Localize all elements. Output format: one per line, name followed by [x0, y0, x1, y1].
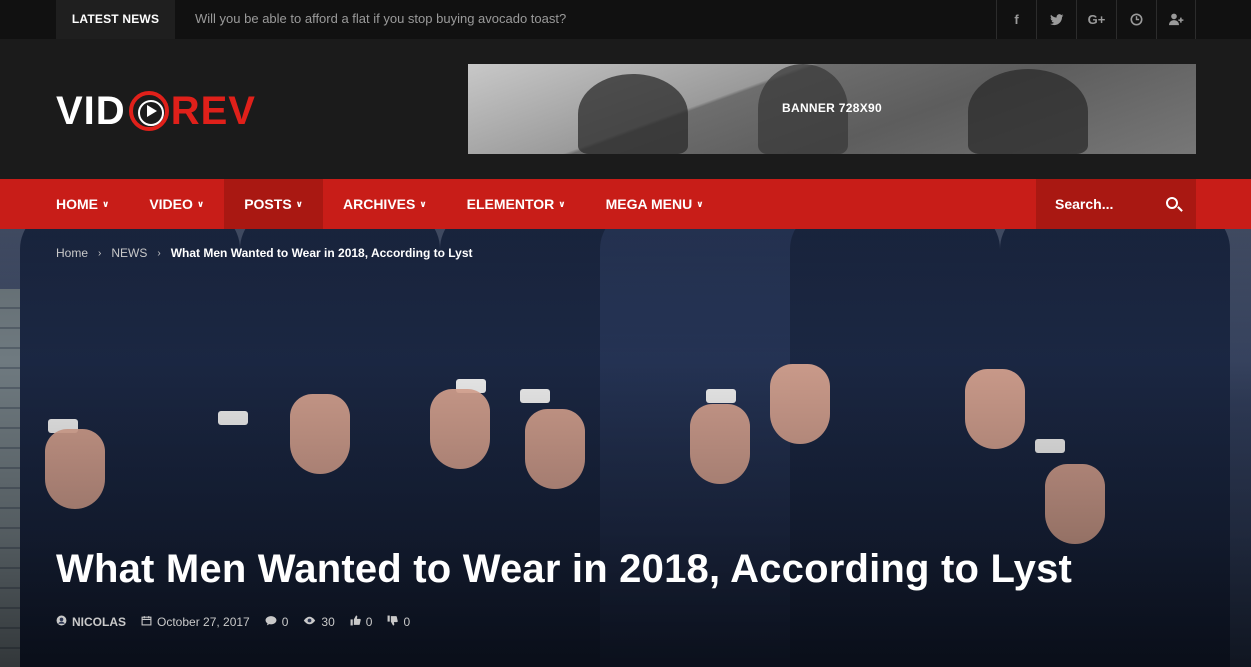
nav-item-label: ELEMENTOR — [466, 196, 555, 212]
author-name: NICOLAS — [72, 615, 126, 629]
site-header: VID REV BANNER 728X90 — [0, 39, 1251, 179]
nav-item-elementor[interactable]: ELEMENTOR ∨ — [447, 179, 586, 229]
google-plus-icon[interactable]: G+ — [1076, 0, 1116, 39]
user-plus-icon[interactable] — [1156, 0, 1196, 39]
logo-text-right: REV — [170, 88, 256, 133]
nav-item-mega-menu[interactable]: MEGA MENU ∨ — [586, 179, 724, 229]
nav-item-label: MEGA MENU — [605, 196, 693, 212]
post-dislike-button[interactable]: 0 — [387, 615, 410, 629]
site-logo[interactable]: VID REV — [56, 89, 256, 133]
like-count: 0 — [365, 615, 373, 629]
eye-icon — [303, 616, 316, 628]
thumbs-down-icon — [387, 615, 399, 629]
social-links: f G+ — [996, 0, 1196, 39]
ad-banner[interactable]: BANNER 728X90 — [468, 64, 1196, 154]
chevron-down-icon: ∨ — [696, 199, 704, 209]
nav-item-label: ARCHIVES — [342, 196, 416, 212]
twitter-icon[interactable] — [1036, 0, 1076, 39]
dislike-count: 0 — [403, 615, 411, 629]
breadcrumb-separator: › — [98, 247, 102, 259]
post-date: October 27, 2017 — [141, 615, 250, 629]
post-author[interactable]: NICOLAS — [56, 615, 126, 629]
chevron-down-icon: ∨ — [196, 199, 205, 209]
post-like-button[interactable]: 0 — [350, 615, 373, 629]
search-icon[interactable] — [1166, 197, 1178, 209]
breadcrumb-category-link[interactable]: NEWS — [111, 246, 147, 260]
chevron-down-icon: ∨ — [102, 199, 110, 209]
news-ticker-link[interactable]: Will you be able to afford a flat if you… — [195, 0, 566, 39]
banner-label: BANNER 728X90 — [782, 101, 882, 115]
post-views: 30 — [303, 615, 335, 629]
nav-item-archives[interactable]: ARCHIVES ∨ — [323, 179, 447, 229]
chevron-down-icon: ∨ — [419, 199, 427, 209]
breadcrumb: Home › NEWS › What Men Wanted to Wear in… — [56, 246, 473, 260]
hero-image: Home › NEWS › What Men Wanted to Wear in… — [0, 229, 1251, 667]
chevron-down-icon: ∨ — [558, 199, 566, 209]
play-icon — [128, 91, 169, 131]
search-input[interactable] — [1036, 179, 1156, 229]
nav-item-video[interactable]: VIDEO ∨ — [129, 179, 224, 229]
view-count: 30 — [321, 615, 335, 629]
comment-icon — [265, 615, 277, 629]
nav-item-label: VIDEO — [149, 196, 193, 212]
latest-news-label: LATEST NEWS — [56, 0, 175, 39]
nav-item-label: HOME — [56, 196, 98, 212]
search-box — [1036, 179, 1196, 229]
post-comments[interactable]: 0 — [265, 615, 289, 629]
user-icon — [56, 615, 67, 629]
breadcrumb-current: What Men Wanted to Wear in 2018, Accordi… — [170, 246, 473, 260]
chevron-down-icon: ∨ — [295, 199, 303, 209]
thumbs-up-icon — [350, 615, 361, 629]
clock-icon[interactable] — [1116, 0, 1156, 39]
hero-overlay — [0, 229, 1251, 667]
logo-text-left: VID — [56, 88, 126, 133]
facebook-icon[interactable]: f — [996, 0, 1036, 39]
date-text: October 27, 2017 — [157, 615, 250, 629]
post-title: What Men Wanted to Wear in 2018, Accordi… — [56, 547, 1073, 591]
comment-count: 0 — [281, 615, 289, 629]
calendar-icon — [141, 615, 152, 629]
nav-item-posts[interactable]: POSTS ∨ — [224, 179, 323, 229]
nav-item-home[interactable]: HOME ∨ — [36, 179, 129, 229]
breadcrumb-home-link[interactable]: Home — [56, 246, 88, 260]
nav-item-label: POSTS — [244, 196, 292, 212]
post-meta: NICOLAS October 27, 2017 0 30 0 0 — [56, 615, 425, 629]
breadcrumb-separator: › — [157, 247, 161, 259]
main-nav: HOME ∨ VIDEO ∨ POSTS ∨ ARCHIVES ∨ ELEMENTOR ∨… — [0, 179, 1251, 229]
top-bar: LATEST NEWS Will you be able to afford a… — [0, 0, 1251, 39]
